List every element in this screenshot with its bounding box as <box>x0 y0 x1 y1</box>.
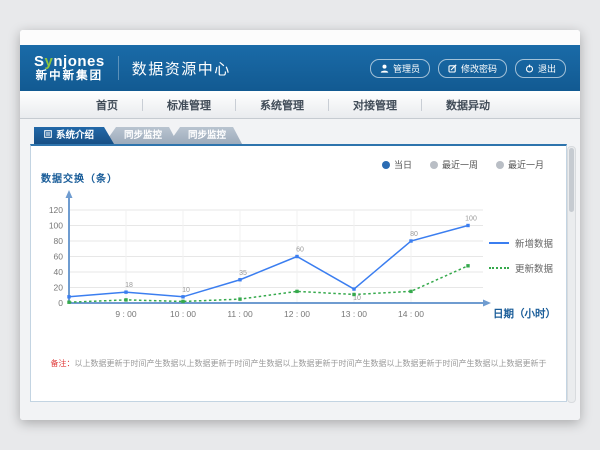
logo-en: Synjones <box>34 54 105 69</box>
tab-sync-monitor-1[interactable]: 同步监控 <box>104 127 178 144</box>
admin-user-button[interactable]: 管理员 <box>370 59 430 78</box>
svg-text:35: 35 <box>239 270 247 277</box>
radio-last-month[interactable]: 最近一月 <box>496 158 544 171</box>
legend-item-update-data: 更新数据 <box>489 261 553 275</box>
footnote-prefix: 备注： <box>51 359 75 368</box>
main-nav: 首页 标准管理 系统管理 对接管理 数据异动 <box>20 91 580 119</box>
radio-today[interactable]: 当日 <box>382 158 412 171</box>
power-icon <box>525 64 534 73</box>
nav-item-standard-mgmt[interactable]: 标准管理 <box>143 97 235 113</box>
footnote-text: 以上数据更新于时间产生数据以上数据更新于时间产生数据以上数据更新于时间产生数据以… <box>75 359 547 368</box>
svg-text:11 : 00: 11 : 00 <box>227 309 253 319</box>
radio-dot <box>496 161 504 169</box>
list-icon <box>44 127 52 144</box>
radio-last-week[interactable]: 最近一周 <box>430 158 478 171</box>
user-toolbar: 管理员 修改密码 退出 <box>370 59 566 78</box>
tab-sync-monitor-2[interactable]: 同步监控 <box>168 127 242 144</box>
legend-item-new-data: 新增数据 <box>489 236 553 250</box>
green-dotted-line-icon <box>489 267 509 269</box>
content-area: 系统介绍 同步监控 同步监控 当日 最近一周 <box>20 119 580 420</box>
y-axis-title: 数据交换（条） <box>41 170 118 185</box>
page-title: 数据资源中心 <box>132 58 231 79</box>
svg-text:18: 18 <box>125 282 133 289</box>
svg-text:60: 60 <box>54 252 64 262</box>
svg-text:100: 100 <box>465 216 477 223</box>
svg-text:20: 20 <box>54 283 64 293</box>
svg-text:10: 10 <box>182 287 190 294</box>
vertical-scrollbar[interactable] <box>567 146 576 403</box>
footnote: 备注：以上数据更新于时间产生数据以上数据更新于时间产生数据以上数据更新于时间产生… <box>31 358 566 369</box>
main-window: Synjones 新中新集团 数据资源中心 管理员 修改密码 退出 首页 标准管… <box>20 30 580 420</box>
svg-text:100: 100 <box>49 221 63 231</box>
range-filter-group: 当日 最近一周 最近一月 <box>382 158 544 171</box>
company-logo: Synjones 新中新集团 <box>34 54 105 83</box>
user-icon <box>380 64 389 73</box>
window-top-strip <box>20 30 580 45</box>
svg-text:日期（小时）: 日期（小时） <box>493 307 556 320</box>
tab-system-intro[interactable]: 系统介绍 <box>34 127 114 144</box>
svg-text:14 : 00: 14 : 00 <box>398 309 424 319</box>
logo-cn: 新中新集团 <box>34 71 105 83</box>
app-header: Synjones 新中新集团 数据资源中心 管理员 修改密码 退出 <box>20 45 580 91</box>
header-divider <box>118 56 119 80</box>
svg-text:10 : 00: 10 : 00 <box>170 309 196 319</box>
svg-text:0: 0 <box>58 298 63 308</box>
change-password-button[interactable]: 修改密码 <box>438 59 507 78</box>
svg-text:120: 120 <box>49 205 63 215</box>
nav-item-data-change[interactable]: 数据异动 <box>422 97 514 113</box>
svg-text:9 : 00: 9 : 00 <box>115 309 137 319</box>
radio-dot <box>382 161 390 169</box>
nav-item-home[interactable]: 首页 <box>72 97 142 113</box>
svg-text:13 : 00: 13 : 00 <box>341 309 367 319</box>
scrollbar-thumb[interactable] <box>569 148 574 212</box>
svg-text:12 : 00: 12 : 00 <box>284 309 310 319</box>
svg-text:80: 80 <box>54 236 64 246</box>
svg-text:80: 80 <box>410 231 418 238</box>
tab-bar: 系统介绍 同步监控 同步监控 <box>34 127 242 144</box>
nav-item-integration-mgmt[interactable]: 对接管理 <box>329 97 421 113</box>
chart-panel: 当日 最近一周 最近一月 数据交换（条） 0 20 40 60 80 100 120 9 : … <box>30 144 567 402</box>
blue-line-icon <box>489 242 509 244</box>
logout-button[interactable]: 退出 <box>515 59 566 78</box>
svg-text:40: 40 <box>54 267 64 277</box>
nav-item-system-mgmt[interactable]: 系统管理 <box>236 97 328 113</box>
svg-text:60: 60 <box>296 247 304 254</box>
chart-legend: 新增数据 更新数据 <box>489 236 553 286</box>
edit-icon <box>448 64 457 73</box>
radio-dot <box>430 161 438 169</box>
